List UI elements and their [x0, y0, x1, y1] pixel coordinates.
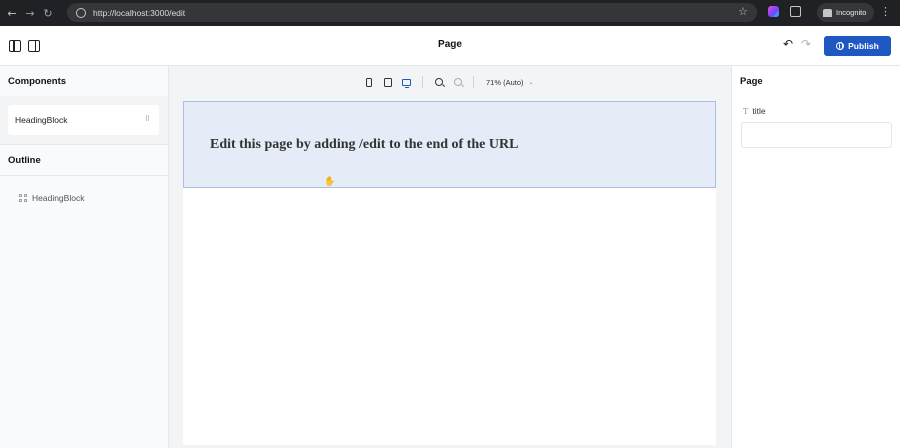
outline-header: Outline	[0, 144, 168, 176]
toolbar-divider	[473, 76, 474, 88]
title-input[interactable]	[741, 122, 892, 148]
incognito-badge[interactable]: Incognito	[817, 3, 875, 22]
site-info-icon[interactable]	[71, 7, 91, 18]
chevron-down-icon: ⌄	[528, 78, 534, 86]
drag-handle-icon[interactable]: ⠿	[145, 115, 150, 123]
tablet-icon	[383, 77, 392, 87]
forward-arrow-icon[interactable]: →	[21, 0, 39, 26]
url-text[interactable]: http://localhost:3000/edit	[93, 8, 185, 18]
text-type-icon: T	[743, 106, 749, 116]
mobile-viewport-button[interactable]	[359, 74, 378, 90]
page-preview[interactable]: Edit this page by adding /edit to the en…	[183, 101, 716, 445]
incognito-label: Incognito	[836, 8, 867, 17]
extension-icon[interactable]	[768, 6, 779, 17]
tablet-viewport-button[interactable]	[378, 74, 397, 90]
phone-icon	[365, 77, 372, 87]
component-heading-block[interactable]: HeadingBlock ⠿	[8, 105, 159, 135]
grid-icon	[19, 194, 27, 202]
redo-icon[interactable]: ↷	[801, 37, 811, 51]
zoom-in-button[interactable]	[448, 74, 467, 90]
editor-header: Page ↶ ↷ Publish	[0, 26, 900, 66]
right-sidebar: Page T title	[731, 66, 900, 448]
left-sidebar: Components HeadingBlock ⠿ Outline Headin…	[0, 66, 169, 448]
outline-title: Outline	[8, 155, 41, 166]
kebab-menu-icon[interactable]: ⋮	[880, 5, 891, 18]
reload-icon[interactable]: ↻	[39, 0, 57, 26]
title-label: title	[752, 106, 766, 116]
canvas-toolbar: 71% (Auto) ⌄	[359, 74, 534, 90]
zoom-value: 71% (Auto)	[486, 77, 524, 87]
zoom-out-button[interactable]	[429, 74, 448, 90]
zoom-out-icon	[434, 78, 443, 86]
title-field-label: T title	[743, 106, 766, 116]
outline-item-label: HeadingBlock	[32, 193, 85, 203]
outline-item-heading-block[interactable]: HeadingBlock	[19, 193, 84, 203]
heading-text: Edit this page by adding /edit to the en…	[210, 137, 519, 152]
hand-cursor-icon: ✋	[324, 177, 336, 187]
back-arrow-icon[interactable]: ←	[3, 0, 21, 26]
bookmark-star-icon[interactable]: ☆	[738, 5, 748, 18]
components-title: Components	[8, 76, 67, 87]
component-label: HeadingBlock	[15, 115, 68, 125]
address-bar[interactable]: http://localhost:3000/edit ☆	[67, 3, 757, 22]
toolbar-divider	[422, 76, 423, 88]
zoom-in-icon	[453, 78, 462, 86]
publish-label: Publish	[848, 41, 879, 51]
desktop-icon	[402, 78, 411, 88]
heading-block[interactable]: Edit this page by adding /edit to the en…	[183, 101, 716, 188]
incognito-icon	[823, 8, 832, 17]
undo-icon[interactable]: ↶	[783, 37, 793, 51]
canvas-area: 71% (Auto) ⌄ Edit this page by adding /e…	[169, 66, 731, 448]
components-list: HeadingBlock ⠿	[0, 96, 168, 144]
browser-toolbar: ← → ↻ http://localhost:3000/edit ☆ Incog…	[0, 0, 900, 26]
page-title: Page	[438, 39, 462, 50]
zoom-select[interactable]: 71% (Auto) ⌄	[486, 78, 534, 87]
publish-button[interactable]: Publish	[824, 36, 891, 56]
globe-icon	[836, 42, 845, 50]
fields-title: Page	[740, 76, 763, 87]
desktop-viewport-button[interactable]	[397, 74, 416, 90]
puzzle-icon[interactable]	[790, 6, 801, 17]
